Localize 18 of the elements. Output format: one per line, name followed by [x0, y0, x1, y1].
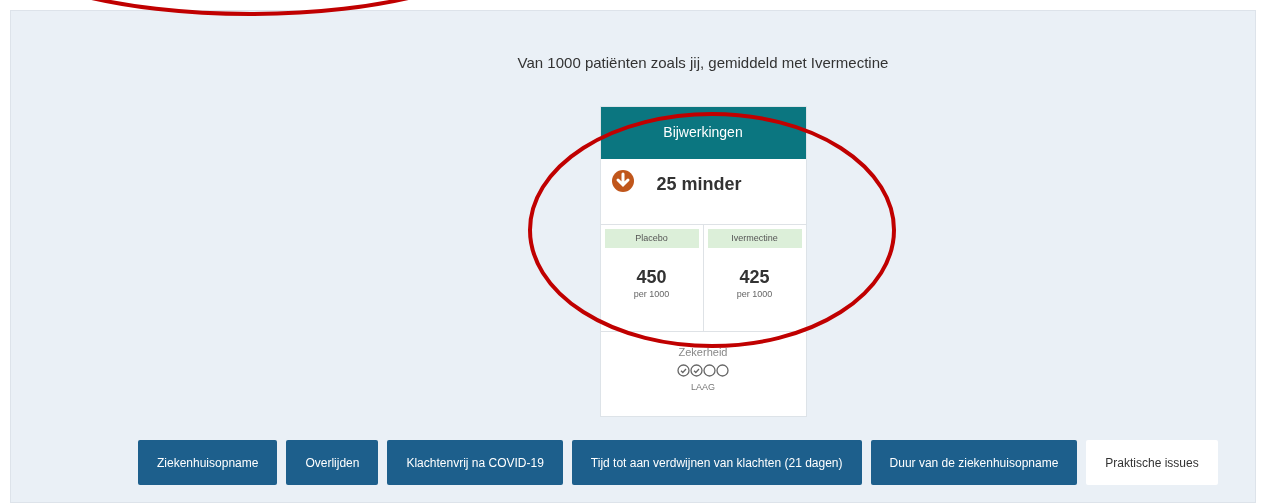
- outcome-tab[interactable]: Duur van de ziekenhuisopname: [870, 440, 1078, 485]
- group-label: Placebo: [604, 228, 699, 248]
- effect-text: 25 minder: [656, 172, 742, 196]
- outcome-tab[interactable]: Overlijden: [286, 440, 379, 485]
- outcome-tab[interactable]: Praktische issues: [1086, 440, 1218, 485]
- card-header: Bijwerkingen: [600, 106, 806, 159]
- outcome-tab[interactable]: Klachtenvrij na COVID-19: [387, 440, 563, 485]
- certainty-rating: LAAG: [690, 381, 716, 394]
- group-unit: per 1000: [735, 287, 774, 301]
- outcome-tab[interactable]: Ziekenhuisopname: [138, 440, 278, 485]
- outcome-tab[interactable]: Tijd tot aan verdwijnen van klachten (21 dagen): [571, 440, 862, 485]
- heading: Van 1000 patiënten zoals jij, gemiddeld met Ivermectine: [516, 53, 890, 73]
- arrow-down-circle-icon: [610, 168, 635, 193]
- certainty-label: Zekerheid: [677, 344, 729, 360]
- group-value: 450: [635, 268, 668, 288]
- group-unit: per 1000: [632, 287, 671, 301]
- group-value: 425: [738, 268, 771, 288]
- group-label: Ivermectine: [707, 228, 802, 248]
